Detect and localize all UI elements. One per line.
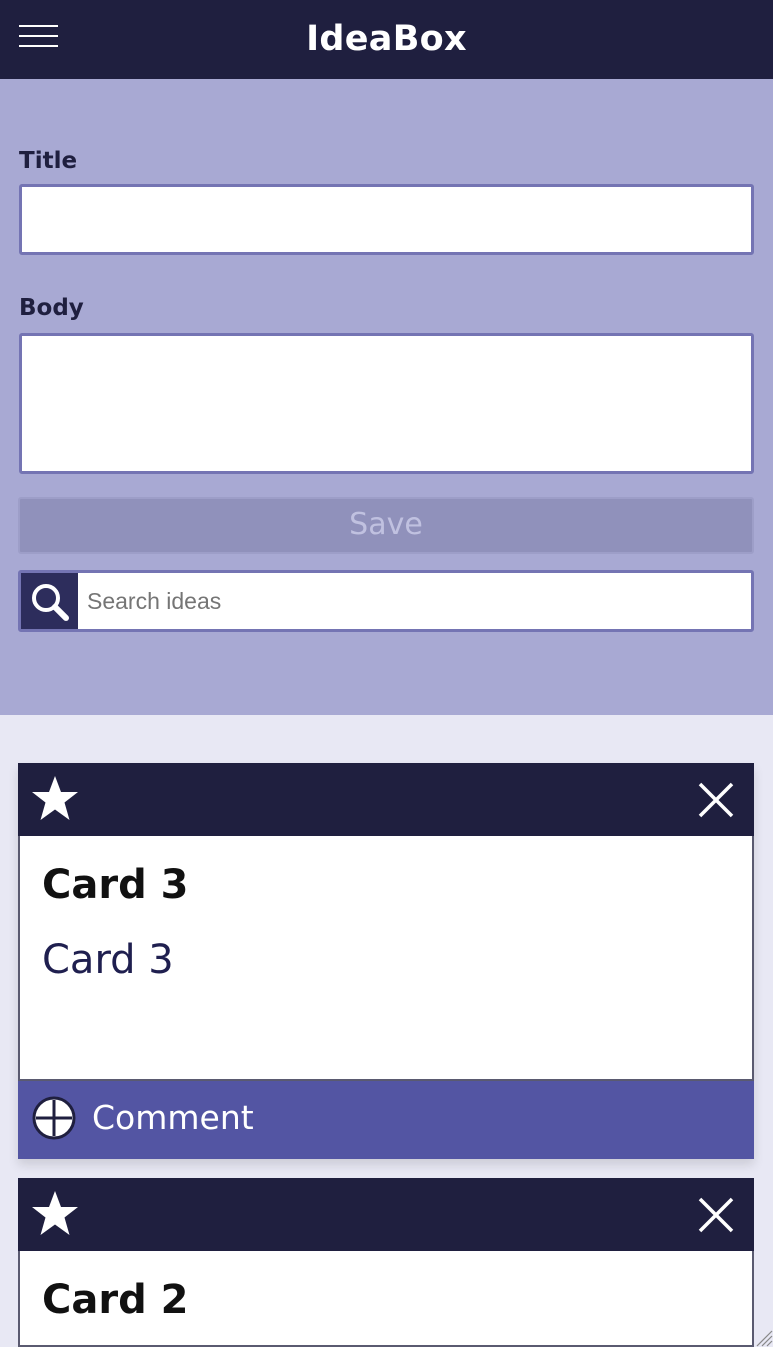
search-icon[interactable] xyxy=(21,573,78,629)
title-input[interactable] xyxy=(19,184,754,255)
close-icon[interactable] xyxy=(698,782,734,818)
card-body-text[interactable]: Card 3 xyxy=(42,936,174,984)
idea-form: Title Body Save Search ideas xyxy=(0,79,773,715)
card-toolbar xyxy=(18,1178,754,1251)
comment-label: Comment xyxy=(92,1098,254,1137)
close-icon[interactable] xyxy=(698,1197,734,1233)
card-content: Card 3 Card 3 xyxy=(18,836,754,1081)
save-button[interactable]: Save xyxy=(18,497,754,554)
search-input[interactable]: Search ideas xyxy=(87,573,221,629)
card-toolbar xyxy=(18,763,754,836)
app-header: IdeaBox xyxy=(0,0,773,79)
body-input[interactable] xyxy=(19,333,754,474)
add-comment-button[interactable]: Comment xyxy=(18,1079,754,1159)
idea-card: Card 3 Card 3 Comment xyxy=(18,763,754,1159)
plus-circle-icon xyxy=(32,1096,76,1140)
resize-grip-icon[interactable] xyxy=(751,1325,773,1347)
search-bar: Search ideas xyxy=(18,570,754,632)
idea-card: Card 2 xyxy=(18,1178,754,1347)
card-title[interactable]: Card 2 xyxy=(42,1276,188,1324)
card-content: Card 2 xyxy=(18,1251,754,1347)
card-title[interactable]: Card 3 xyxy=(42,861,188,909)
app-title: IdeaBox xyxy=(306,19,467,59)
star-icon[interactable] xyxy=(30,1189,80,1239)
body-label: Body xyxy=(19,295,84,321)
title-label: Title xyxy=(19,148,78,174)
star-icon[interactable] xyxy=(30,774,80,824)
